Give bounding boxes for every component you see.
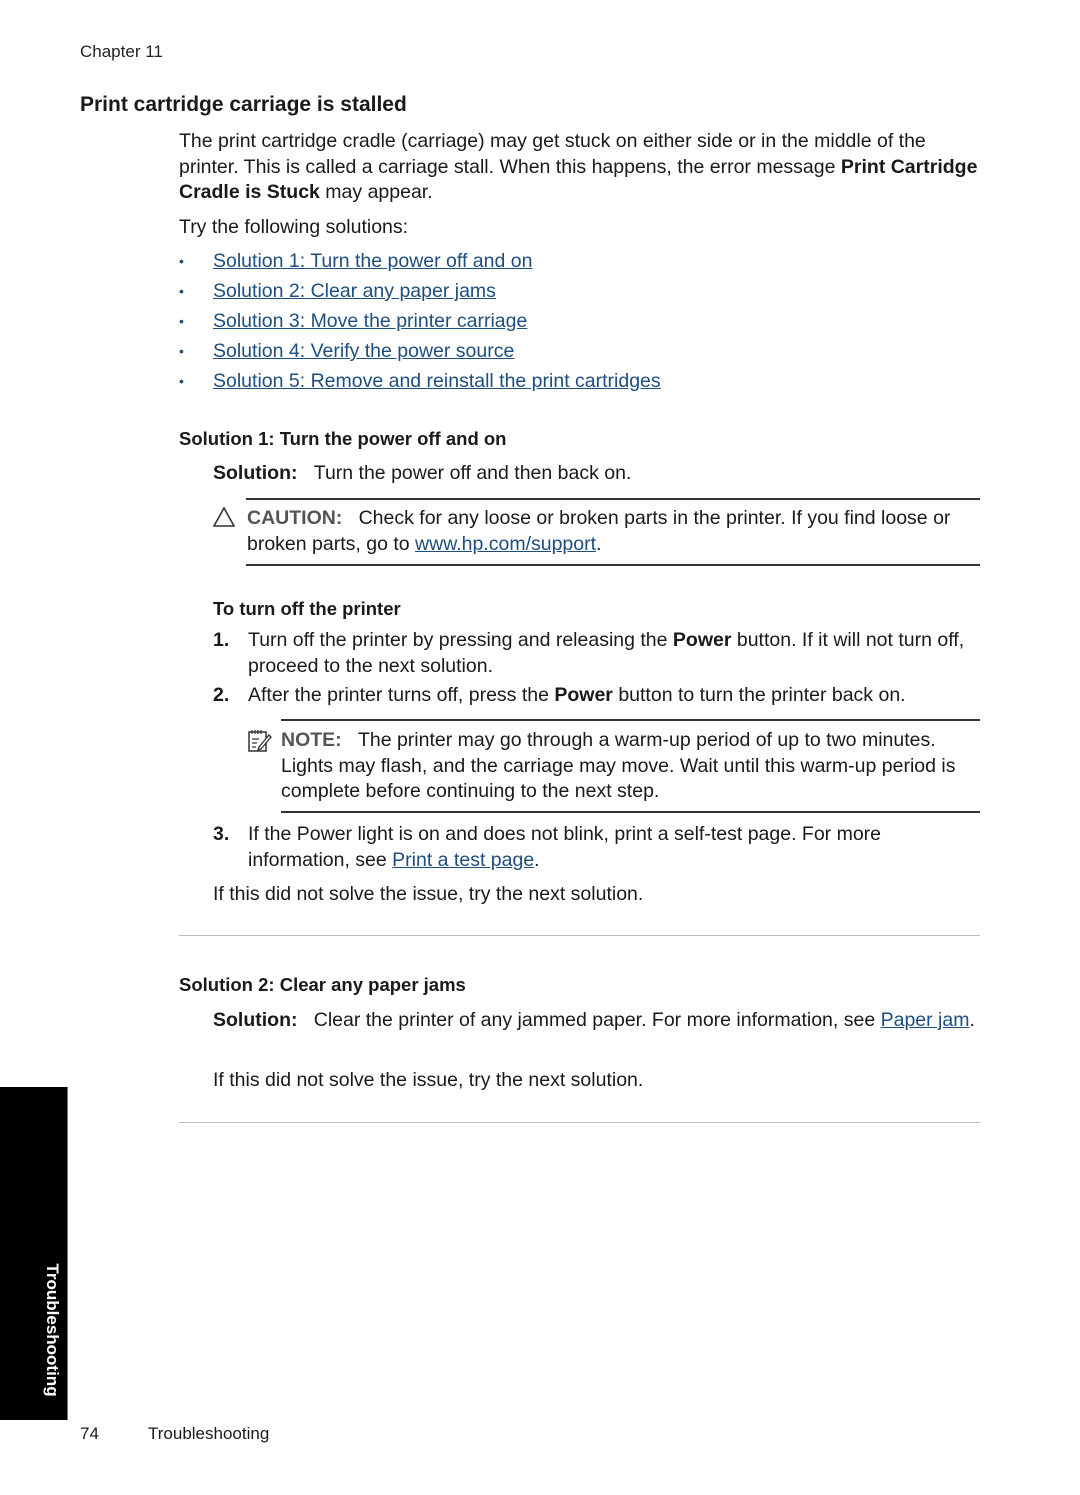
intro-text: The print cartridge cradle (carriage) ma… [179,130,926,178]
chapter-label: Chapter 11 [80,42,163,61]
step-pre: After the printer turns off, press the [248,684,555,706]
solution-5-link[interactable]: Solution 5: Remove and reinstall the pri… [213,370,661,392]
step-text: Turn off the printer by pressing and rel… [248,628,983,679]
side-tab-label: Troubleshooting [43,1263,62,1397]
solution-3-link[interactable]: Solution 3: Move the printer carriage [213,310,527,332]
step-number: 3. [213,823,230,845]
note-body: The printer may go through a warm-up per… [281,729,956,802]
page-number: 74 [80,1424,99,1443]
solution-label: Solution: [213,1009,298,1031]
step-pre: Turn off the printer by pressing and rel… [248,629,673,651]
solution-2-link[interactable]: Solution 2: Clear any paper jams [213,280,496,302]
divider [179,1122,980,1123]
solution-1-next: If this did not solve the issue, try the… [213,883,644,905]
step-2: 2. After the printer turns off, press th… [213,683,983,709]
try-solutions-text: Try the following solutions: [179,216,409,238]
note-text: NOTE: The printer may go through a warm-… [281,728,983,805]
solutions-list: • Solution 1: Turn the power off and on •… [179,249,661,399]
solution-end: . [969,1009,975,1031]
power-button-label: Power [554,684,613,706]
paper-jam-link[interactable]: Paper jam [881,1009,970,1031]
intro-text-end: may appear. [319,181,433,203]
list-item: • Solution 3: Move the printer carriage [179,309,661,339]
solution-description: Turn the power off and then back on. [313,462,632,484]
bullet-icon: • [179,373,184,389]
caution-text: CAUTION: Check for any loose or broken p… [247,506,982,557]
step-3: 3. If the Power light is on and does not… [213,822,983,874]
page-title: Print cartridge carriage is stalled [80,93,407,116]
step-1: 1. Turn off the printer by pressing and … [213,628,983,680]
solution-2-text: Solution: Clear the printer of any jamme… [213,1008,983,1034]
step-post: button to turn the printer back on. [612,684,906,706]
note-pencil-icon [248,730,272,752]
step-number: 2. [213,684,230,706]
step-pre: If the Power light is on and does not bl… [248,823,881,871]
caution-label: CAUTION: [247,507,343,529]
list-item: • Solution 5: Remove and reinstall the pr… [179,369,661,399]
intro-paragraph: The print cartridge cradle (carriage) ma… [179,129,989,206]
bullet-icon: • [179,343,184,359]
step-text: After the printer turns off, press the P… [248,683,983,709]
hp-support-link[interactable]: www.hp.com/support [415,533,596,555]
solution-2-heading: Solution 2: Clear any paper jams [179,974,466,995]
step-text: If the Power light is on and does not bl… [248,822,983,873]
solution-4-link[interactable]: Solution 4: Verify the power source [213,340,514,362]
caution-end: . [596,532,602,555]
bullet-icon: • [179,253,184,269]
procedure-heading: To turn off the printer [213,598,401,619]
solution-1-link[interactable]: Solution 1: Turn the power off and on [213,250,532,272]
step-post: . [534,848,540,871]
list-item: • Solution 1: Turn the power off and on [179,249,661,279]
bullet-icon: • [179,283,184,299]
power-button-label: Power [672,629,732,651]
print-test-page-link[interactable]: Print a test page [392,849,534,871]
bullet-icon: • [179,313,184,329]
divider [179,935,980,936]
solution-1-heading: Solution 1: Turn the power off and on [179,428,507,449]
warning-triangle-icon [212,506,236,527]
step-number: 1. [213,629,230,651]
solution-2-next: If this did not solve the issue, try the… [213,1069,644,1091]
footer-section: Troubleshooting [148,1424,270,1443]
list-item: • Solution 4: Verify the power source [179,339,661,369]
note-label: NOTE: [281,729,342,751]
list-item: • Solution 2: Clear any paper jams [179,279,661,309]
solution-label: Solution: [213,462,298,484]
solution-description: Clear the printer of any jammed paper. F… [313,1009,881,1031]
solution-1-text: Solution: Turn the power off and then ba… [213,461,631,487]
